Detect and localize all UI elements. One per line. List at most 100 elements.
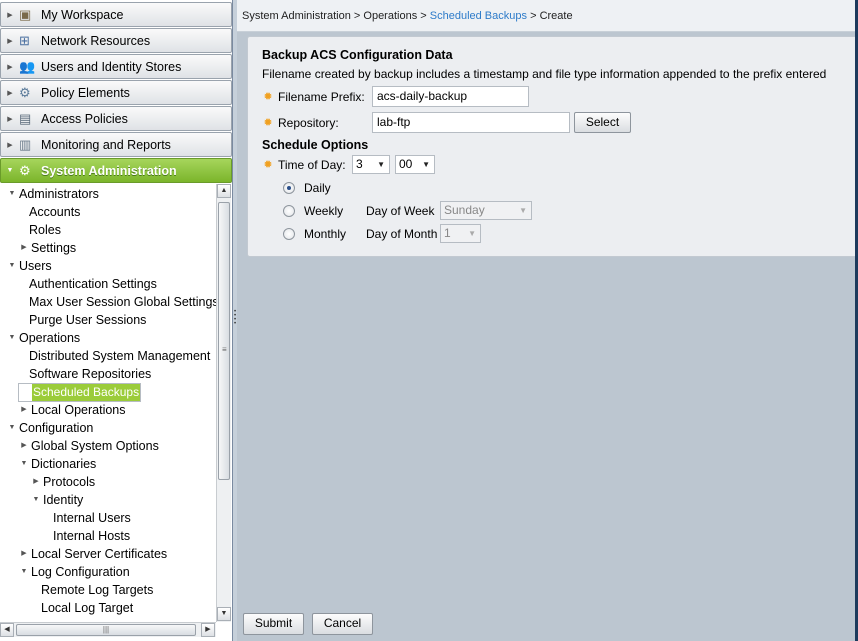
- schedule-options-title: Schedule Options: [262, 138, 369, 152]
- hour-select[interactable]: 3 ▼: [352, 155, 390, 174]
- daily-label: Daily: [304, 181, 331, 195]
- drawer-label: My Workspace: [41, 7, 124, 22]
- monthly-radio[interactable]: [283, 228, 295, 240]
- tree-item-label: Internal Users: [53, 511, 131, 525]
- required-marker-icon: ✹: [263, 117, 273, 129]
- chevron-right-icon: ▶: [7, 11, 13, 19]
- scroll-down-arrow-icon[interactable]: ▼: [217, 607, 231, 621]
- tree-item-users[interactable]: ▼ Users: [6, 257, 53, 275]
- day-of-week-select[interactable]: Sunday ▼: [440, 201, 532, 220]
- tree-item-settings[interactable]: ▶ Settings: [18, 239, 77, 257]
- tree-item-local-operations[interactable]: ▶ Local Operations: [18, 401, 127, 419]
- tree-item-label: Users: [19, 259, 52, 273]
- tree-item-administrators[interactable]: ▼ Administrators: [6, 185, 100, 203]
- submit-button[interactable]: Submit: [243, 613, 304, 635]
- repository-input[interactable]: lab-ftp: [372, 112, 570, 133]
- tree-item-label: Operations: [19, 331, 81, 345]
- chevron-down-icon: ▼: [6, 167, 14, 174]
- tree-item-distributed-system-management[interactable]: Distributed System Management: [18, 347, 211, 365]
- expand-open-icon[interactable]: ▼: [6, 419, 18, 437]
- tree-item-label: Protocols: [43, 475, 96, 489]
- expand-closed-icon[interactable]: ▶: [18, 239, 30, 257]
- tree-item-authentication-settings[interactable]: Authentication Settings: [18, 275, 158, 293]
- expand-closed-icon[interactable]: ▶: [18, 437, 30, 455]
- day-of-month-select[interactable]: 1 ▼: [440, 224, 481, 243]
- tree-item-accounts[interactable]: Accounts: [18, 203, 81, 221]
- horizontal-scroll-thumb[interactable]: |||: [16, 624, 196, 636]
- tree-horizontal-scrollbar[interactable]: ◀ ||| ▶: [0, 622, 216, 637]
- daily-radio[interactable]: [283, 182, 295, 194]
- tree-item-protocols[interactable]: ▶ Protocols: [30, 473, 96, 491]
- tree-vertical-scrollbar[interactable]: ▲ ≡ ▼: [216, 184, 231, 622]
- expand-open-icon[interactable]: ▼: [6, 257, 18, 275]
- required-marker-icon: ✹: [263, 159, 273, 171]
- tree-item-label: Max User Session Global Settings: [29, 295, 216, 309]
- tree-item-software-repositories[interactable]: Software Repositories: [18, 365, 152, 383]
- tree-item-label: Roles: [29, 223, 61, 237]
- tree-item-label: Local Server Certificates: [31, 547, 168, 561]
- scroll-thumb[interactable]: ≡: [218, 202, 230, 480]
- drawer-my-workspace[interactable]: ▶ ▣ My Workspace: [0, 2, 232, 27]
- tree-item-roles[interactable]: Roles: [18, 221, 62, 239]
- tree-item-label: Configuration: [19, 421, 94, 435]
- grip-icon: ≡: [222, 345, 227, 354]
- tree-item-purge-user-sessions[interactable]: Purge User Sessions: [18, 311, 147, 329]
- tree-item-operations[interactable]: ▼ Operations: [6, 329, 81, 347]
- expand-open-icon[interactable]: ▼: [6, 329, 18, 347]
- repository-label: Repository:: [278, 116, 339, 130]
- scroll-right-arrow-icon[interactable]: ▶: [201, 623, 215, 637]
- tree-item-identity[interactable]: ▼ Identity: [30, 491, 84, 509]
- scroll-up-arrow-icon[interactable]: ▲: [217, 184, 231, 198]
- drawer-users-and-identity-stores[interactable]: ▶ 👥 Users and Identity Stores: [0, 54, 232, 79]
- expand-open-icon[interactable]: ▼: [18, 455, 30, 473]
- tree-item-label: Software Repositories: [29, 367, 152, 381]
- time-of-day-label: Time of Day:: [278, 158, 346, 172]
- tree-item-label: Purge User Sessions: [29, 313, 147, 327]
- required-marker-icon: ✹: [263, 91, 273, 103]
- expand-open-icon[interactable]: ▼: [18, 563, 30, 581]
- tree-item-internal-hosts[interactable]: Internal Hosts: [42, 527, 131, 545]
- breadcrumb-separator: >: [530, 10, 537, 22]
- breadcrumb-scheduled-backups[interactable]: Scheduled Backups: [430, 10, 527, 22]
- tree-item-scheduled-backups[interactable]: Scheduled Backups: [18, 383, 142, 402]
- tree-item-label: Dictionaries: [31, 457, 97, 471]
- breadcrumb-operations[interactable]: Operations: [363, 10, 417, 22]
- tree-item-internal-users[interactable]: Internal Users: [42, 509, 132, 527]
- minute-select[interactable]: 00 ▼: [395, 155, 435, 174]
- drawer-network-resources[interactable]: ▶ ⊞ Network Resources: [0, 28, 232, 53]
- expand-open-icon[interactable]: ▼: [6, 185, 18, 203]
- form-description: Filename created by backup includes a ti…: [262, 67, 827, 81]
- drawer-monitoring-and-reports[interactable]: ▶ ▥ Monitoring and Reports: [0, 132, 232, 157]
- tree-item-configuration[interactable]: ▼ Configuration: [6, 419, 94, 437]
- expand-closed-icon[interactable]: ▶: [18, 401, 30, 419]
- tree-item-max-user-session-global-settings[interactable]: Max User Session Global Settings: [18, 293, 216, 311]
- tree-item-label: Log Configuration: [31, 565, 130, 579]
- expand-closed-icon[interactable]: ▶: [18, 545, 30, 563]
- system-admin-tree: ▼ Administrators Accounts Roles ▶ Settings ▼ Us…: [0, 184, 216, 622]
- select-repository-button[interactable]: Select: [574, 112, 631, 133]
- tree-item-dictionaries[interactable]: ▼ Dictionaries: [18, 455, 97, 473]
- monthly-label: Monthly: [304, 227, 347, 241]
- tree-item-local-server-certificates[interactable]: ▶ Local Server Certificates: [18, 545, 168, 563]
- tree-item-log-configuration[interactable]: ▼ Log Configuration: [18, 563, 131, 581]
- filename-prefix-input[interactable]: acs-daily-backup: [372, 86, 529, 107]
- tree-item-label: Remote Log Targets: [41, 583, 154, 597]
- drawer-policy-elements[interactable]: ▶ ⚙ Policy Elements: [0, 80, 232, 105]
- navigation-pane: ▶ ▣ My Workspace ▶ ⊞ Network Resources ▶ 👥 Users…: [0, 0, 233, 641]
- filename-prefix-label: Filename Prefix:: [278, 90, 365, 104]
- drawer-access-policies[interactable]: ▶ ▤ Access Policies: [0, 106, 232, 131]
- breadcrumb-bar: System Administration > Operations > Sch…: [237, 0, 858, 32]
- tree-item-local-log-target[interactable]: Local Log Target: [30, 599, 134, 617]
- weekly-radio[interactable]: [283, 205, 295, 217]
- chevron-right-icon: ▶: [7, 89, 13, 97]
- tree-item-global-system-options[interactable]: ▶ Global System Options: [18, 437, 160, 455]
- users-icon: 👥: [19, 58, 36, 74]
- drawer-system-administration[interactable]: ▼ ⚙ System Administration: [0, 158, 232, 183]
- breadcrumb-system-administration[interactable]: System Administration: [242, 10, 351, 22]
- chevron-down-icon: ▼: [377, 160, 385, 169]
- tree-item-remote-log-targets[interactable]: Remote Log Targets: [30, 581, 154, 599]
- expand-closed-icon[interactable]: ▶: [30, 473, 42, 491]
- expand-open-icon[interactable]: ▼: [30, 491, 42, 509]
- cancel-button[interactable]: Cancel: [312, 613, 373, 635]
- scroll-left-arrow-icon[interactable]: ◀: [0, 623, 14, 637]
